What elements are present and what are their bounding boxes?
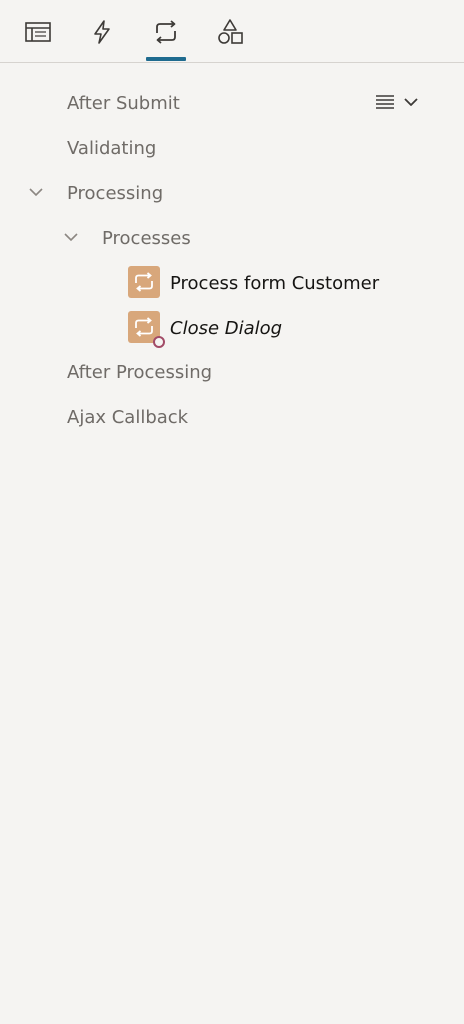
processing-loop-icon [156, 20, 176, 44]
tree-node-label: After Submit [67, 92, 180, 114]
lightning-icon [94, 20, 110, 44]
tab-bar [0, 0, 464, 63]
chevron-down-icon[interactable] [27, 183, 45, 201]
tree-node-processes[interactable]: Processes [0, 218, 464, 258]
active-tab-indicator [146, 57, 186, 61]
layout-icon [25, 22, 51, 42]
tree-node-ajax-callback[interactable]: Ajax Callback [0, 397, 464, 437]
tree-node-label: Processes [102, 227, 191, 249]
tree-node-validating[interactable]: Validating [0, 128, 464, 168]
status-badge [153, 336, 165, 348]
tree-node-label: Ajax Callback [67, 406, 189, 428]
tree-node-close-dialog[interactable]: Close Dialog [0, 308, 464, 348]
tree-node-label: Validating [67, 137, 157, 159]
tree-node-after-submit[interactable]: After Submit [0, 83, 464, 123]
shapes-icon [218, 19, 243, 44]
tree-node-label: Close Dialog [170, 317, 283, 339]
tree-node-processing[interactable]: Processing [0, 173, 464, 213]
tree-node-label: After Processing [67, 361, 213, 383]
tree-node-label: Processing [67, 182, 164, 204]
tab-shared-components[interactable] [210, 14, 250, 50]
process-icon [128, 266, 160, 298]
tree-node-label: Process form Customer [170, 272, 380, 294]
tab-processing[interactable] [146, 14, 186, 50]
chevron-down-icon[interactable] [62, 228, 80, 246]
tree-node-after-processing[interactable]: After Processing [0, 352, 464, 392]
tree-node-process-form-customer[interactable]: Process form Customer [0, 263, 464, 303]
tab-rendering[interactable] [18, 14, 58, 50]
tab-dynamic-actions[interactable] [82, 14, 122, 50]
